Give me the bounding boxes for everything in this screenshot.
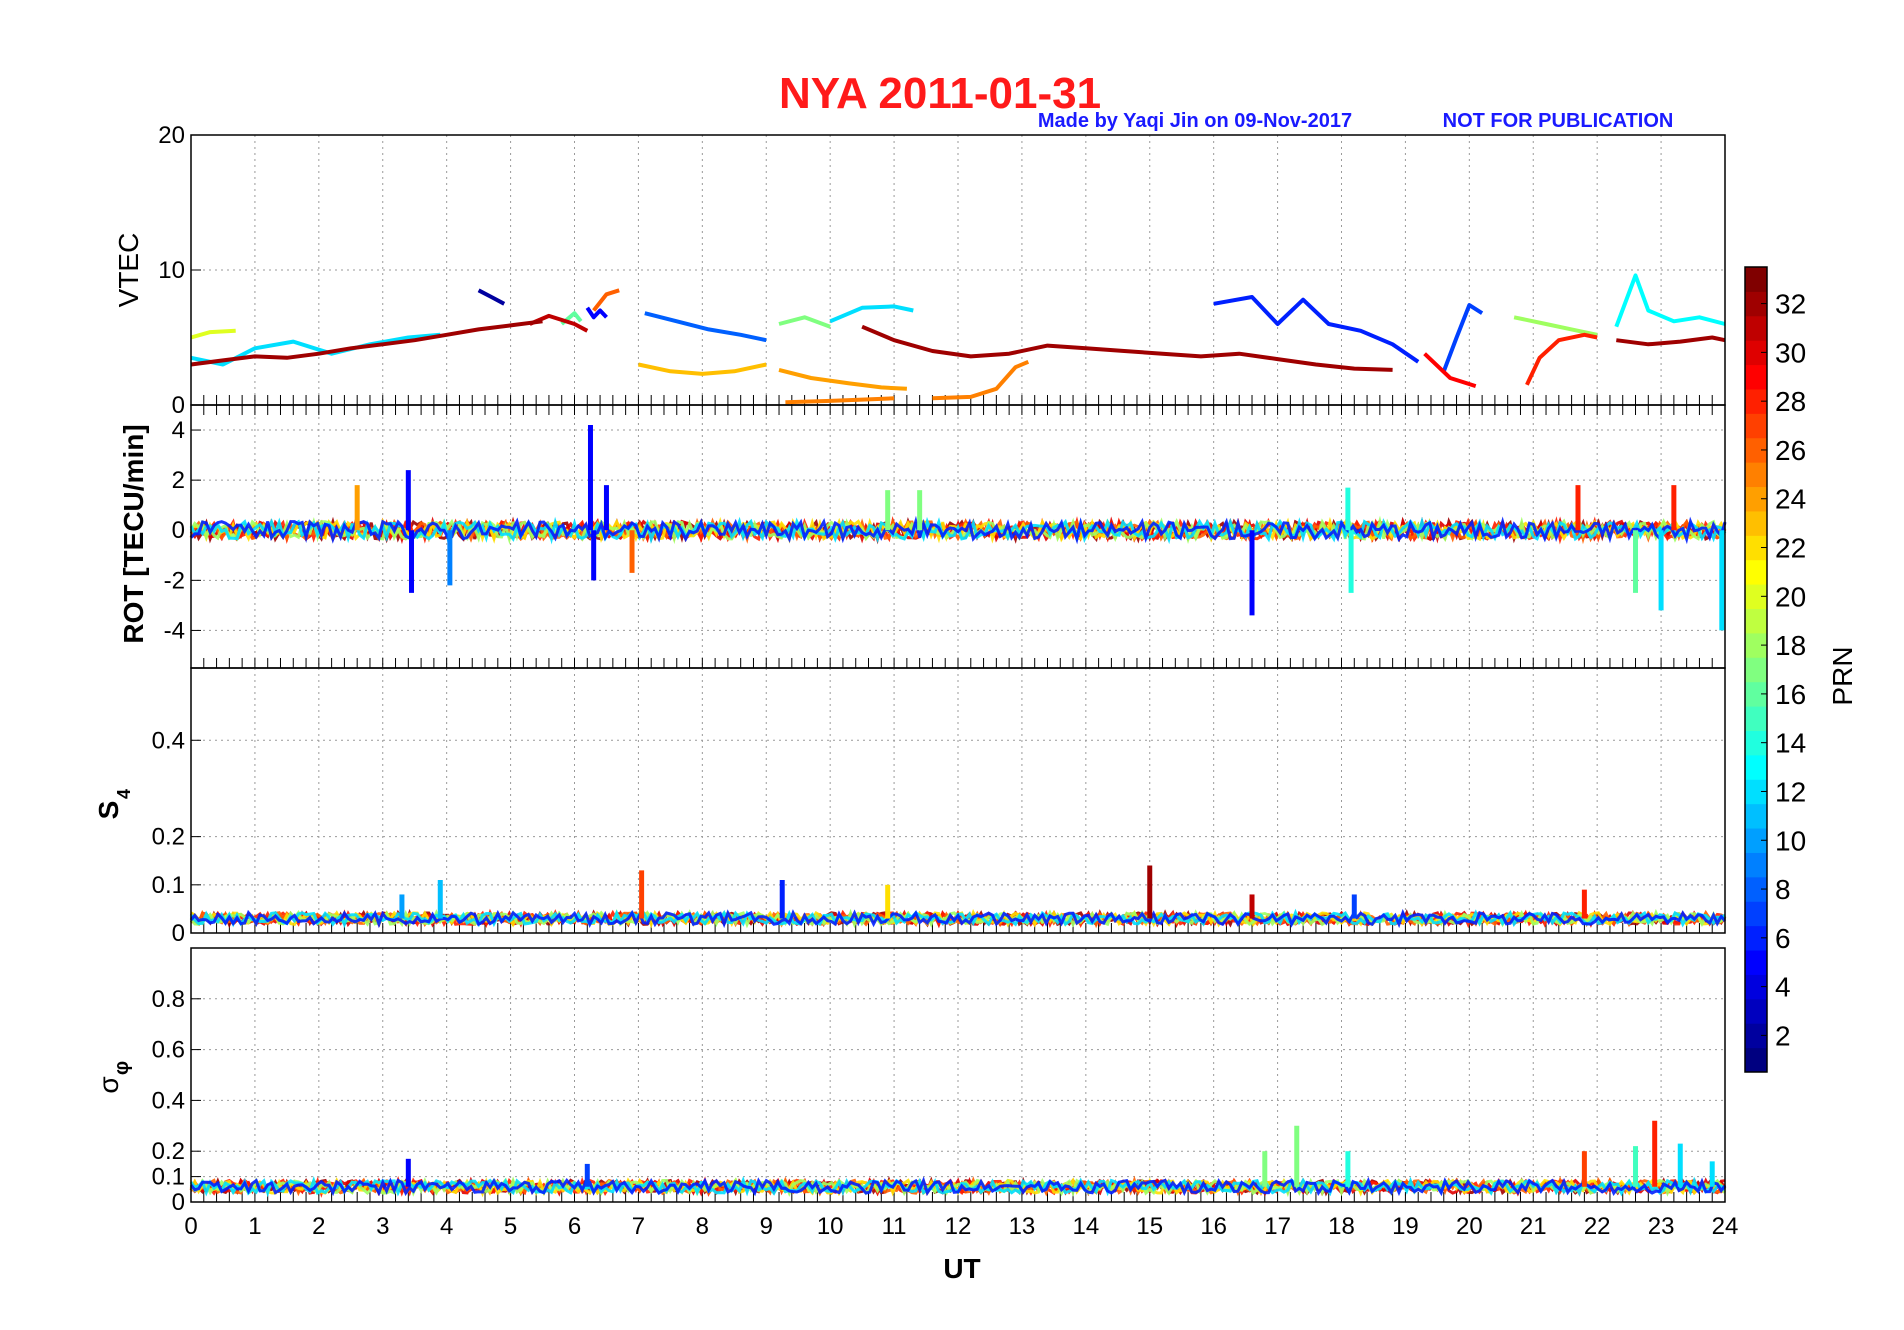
y-tick-label: 4 (172, 417, 185, 444)
colorbar-tick-label: 26 (1775, 435, 1806, 466)
colorbar-tick-label: 10 (1775, 825, 1806, 856)
colorbar-tick-label: 32 (1775, 289, 1806, 320)
colorbar-segment (1745, 559, 1767, 585)
colorbar-segment (1745, 901, 1767, 927)
figure: NYA 2011-01-31 Made by Yaqi Jin on 09-No… (0, 0, 1904, 1330)
rot-ylabel: ROT [TECU/min] (118, 424, 149, 643)
x-tick-label: 1 (248, 1213, 261, 1240)
colorbar-segment (1745, 706, 1767, 731)
x-tick-label: 3 (376, 1213, 389, 1240)
colorbar-tick-label: 22 (1775, 533, 1806, 564)
svg-text:φ: φ (111, 1061, 133, 1075)
colorbar-segment (1745, 510, 1767, 536)
colorbar-tick-label: 16 (1775, 679, 1806, 710)
x-tick-label: 2 (312, 1213, 325, 1240)
x-tick-label: 15 (1136, 1213, 1163, 1240)
y-tick-label: 10 (158, 257, 185, 284)
x-tick-label: 22 (1584, 1213, 1611, 1240)
y-tick-label: 0.4 (152, 727, 185, 754)
colorbar-segment (1745, 413, 1767, 439)
y-tick-label: 0.4 (152, 1087, 185, 1114)
svg-text:4: 4 (114, 789, 134, 799)
x-tick-label: 10 (817, 1213, 844, 1240)
colorbar-tick-label: 12 (1775, 776, 1806, 807)
svg-text:S: S (93, 801, 124, 820)
colorbar-segment (1745, 315, 1767, 341)
svg-text:σ: σ (93, 1076, 124, 1093)
y-tick-label: 0.1 (152, 872, 185, 899)
x-tick-label: 16 (1200, 1213, 1227, 1240)
colorbar-tick-label: 8 (1775, 874, 1791, 905)
colorbar-segment (1745, 1047, 1767, 1073)
y-tick-label: 0.1 (152, 1164, 185, 1191)
x-tick-label: 12 (945, 1213, 972, 1240)
y-tick-label: -4 (164, 617, 185, 644)
colorbar-segment (1745, 267, 1767, 292)
y-tick-label: 0 (172, 517, 185, 544)
y-tick-label: 20 (158, 122, 185, 149)
colorbar-tick-label: 24 (1775, 484, 1806, 515)
y-tick-label: 0.8 (152, 986, 185, 1013)
y-tick-label: 0 (172, 1189, 185, 1216)
colorbar-segment (1745, 950, 1767, 975)
x-tick-label: 4 (440, 1213, 453, 1240)
colorbar-tick-label: 2 (1775, 1020, 1791, 1051)
y-tick-label: 0 (172, 392, 185, 419)
colorbar-tick-label: 28 (1775, 386, 1806, 417)
colorbar-tick-label: 30 (1775, 337, 1806, 368)
colorbar-segment (1745, 803, 1767, 829)
x-tick-label: 19 (1392, 1213, 1419, 1240)
colorbar-label: PRN (1827, 646, 1858, 705)
y-tick-label: 0 (172, 920, 185, 947)
y-tick-label: 0.2 (152, 824, 185, 851)
x-tick-label: 13 (1009, 1213, 1036, 1240)
x-tick-label: 24 (1712, 1213, 1739, 1240)
colorbar-tick-label: 18 (1775, 630, 1806, 661)
colorbar-tick-label: 20 (1775, 581, 1806, 612)
x-tick-label: 18 (1328, 1213, 1355, 1240)
x-tick-label: 6 (568, 1213, 581, 1240)
x-tick-label: 17 (1264, 1213, 1291, 1240)
x-tick-label: 9 (760, 1213, 773, 1240)
y-tick-label: 0.6 (152, 1037, 185, 1064)
colorbar-tick-label: 4 (1775, 972, 1791, 1003)
colorbar-segment (1745, 608, 1767, 634)
x-tick-label: 8 (696, 1213, 709, 1240)
colorbar-segment (1745, 998, 1767, 1024)
x-tick-label: 23 (1648, 1213, 1675, 1240)
colorbar-segment (1745, 364, 1767, 390)
x-tick-label: 21 (1520, 1213, 1547, 1240)
credit-text: Made by Yaqi Jin on 09-Nov-2017 (1038, 110, 1352, 132)
x-tick-label: 5 (504, 1213, 517, 1240)
colorbar-segment (1745, 852, 1767, 878)
figure-background (0, 0, 1904, 1330)
colorbar-segment (1745, 657, 1767, 683)
colorbar-segment (1745, 462, 1767, 488)
y-tick-label: -2 (164, 567, 185, 594)
colorbar-tick-label: 6 (1775, 923, 1791, 954)
colorbar-tick-label: 14 (1775, 728, 1806, 759)
x-tick-label: 14 (1072, 1213, 1099, 1240)
x-axis-label: UT (943, 1253, 980, 1284)
x-tick-label: 7 (632, 1213, 645, 1240)
x-tick-label: 0 (184, 1213, 197, 1240)
vtec-ylabel: VTEC (113, 233, 144, 308)
y-tick-label: 0.2 (152, 1138, 185, 1165)
x-tick-label: 20 (1456, 1213, 1483, 1240)
x-tick-label: 11 (882, 1213, 907, 1240)
colorbar-segment (1745, 754, 1767, 780)
notice-text: NOT FOR PUBLICATION (1443, 110, 1674, 132)
y-tick-label: 2 (172, 467, 185, 494)
